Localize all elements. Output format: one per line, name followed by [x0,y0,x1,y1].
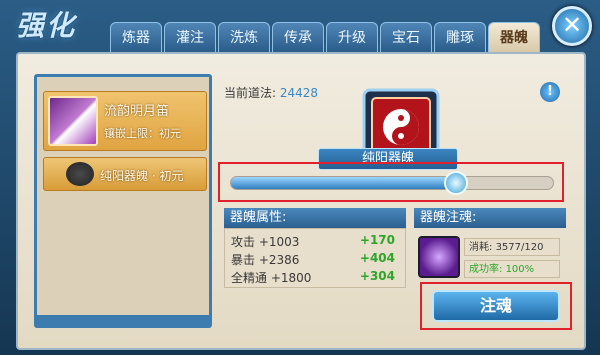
list-item-soul[interactable]: 纯阳器魄 · 初元 [43,157,207,191]
tab-xilian[interactable]: 洗炼 [218,22,270,52]
attribute-row: 全精通 +1800 +304 [231,269,401,285]
daofa-label: 当前道法: [224,86,277,100]
attributes-table: 攻击 +1003 +170 暴击 +2386 +404 全精通 +1800 +3… [224,228,406,288]
equipment-list: 流韵明月笛 镶嵌上限：初元 纯阳器魄 · 初元 [34,74,212,328]
attribute-gain: +304 [359,269,395,283]
attribute-name: 攻击 +1003 [231,235,300,249]
cost-value: 3577/120 [495,242,544,253]
attribute-gain: +404 [359,251,395,265]
progress-highlight [218,162,564,202]
success-rate-value: 100% [505,264,535,275]
tab-bar: 炼器 灌注 洗炼 传承 升级 宝石 雕琢 器魄 [110,22,540,52]
flute-icon [48,96,98,146]
soul-icon [66,162,94,186]
soul-stone-icon [418,236,460,278]
window-frame: 强化 炼器 灌注 洗炼 传承 升级 宝石 雕琢 器魄 ✕ 流韵明月笛 镶嵌上限：… [0,0,600,355]
cost-label: 消耗: [469,242,493,253]
main-panel: 流韵明月笛 镶嵌上限：初元 纯阳器魄 · 初元 当前道法: 24428 ! 纯阳… [16,52,586,350]
tab-guanzhu[interactable]: 灌注 [164,22,216,52]
window-title: 强化 [16,9,77,42]
attributes-heading: 器魄属性: [224,208,406,228]
attribute-name: 全精通 +1800 [231,271,312,285]
close-button[interactable]: ✕ [552,6,592,46]
attribute-row: 暴击 +2386 +404 [231,251,401,267]
item-name: 纯阳器魄 · 初元 [100,169,184,183]
item-name: 流韵明月笛 [104,104,170,119]
daofa-readout: 当前道法: 24428 [224,84,318,101]
progress-fill [231,177,457,189]
progress-knob [444,171,469,195]
daofa-value: 24428 [279,86,319,100]
tab-shengji[interactable]: 升级 [326,22,378,52]
tab-diaozhuo[interactable]: 雕琢 [434,22,486,52]
cost-row: 消耗: 3577/120 [464,238,560,256]
inject-button[interactable]: 注魂 [432,290,560,322]
list-item-flute[interactable]: 流韵明月笛 镶嵌上限：初元 [43,91,207,151]
tab-chuancheng[interactable]: 传承 [272,22,324,52]
success-rate-row: 成功率: 100% [464,260,560,278]
tab-baoshi[interactable]: 宝石 [380,22,432,52]
close-icon: ✕ [561,11,583,39]
list-footer [37,315,209,325]
attribute-row: 攻击 +1003 +170 [231,233,401,249]
tab-lianqi[interactable]: 炼器 [110,22,162,52]
inject-highlight: 注魂 [420,282,572,330]
success-rate-label: 成功率: [469,264,503,275]
attribute-gain: +170 [359,233,395,247]
tab-qipo[interactable]: 器魄 [488,22,540,52]
progress-bar [230,171,554,195]
attribute-name: 暴击 +2386 [231,253,300,267]
injection-heading: 器魄注魂: [414,208,566,228]
item-limit: 镶嵌上限：初元 [104,127,181,140]
info-icon[interactable]: ! [540,82,560,102]
